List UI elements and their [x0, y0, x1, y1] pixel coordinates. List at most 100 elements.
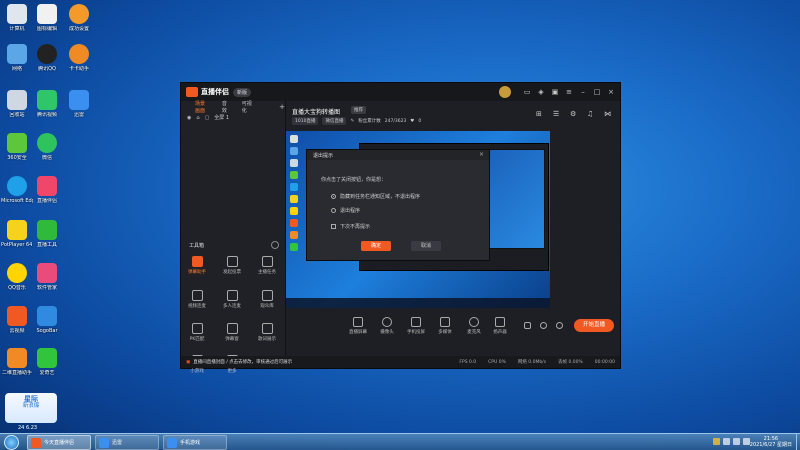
tray-app-icon[interactable]	[713, 438, 720, 445]
microphone-icon	[469, 317, 479, 327]
desktop-icon-network[interactable]: 网络	[1, 44, 33, 72]
tray-expand-icon[interactable]	[723, 438, 730, 445]
bell-icon[interactable]: ♫	[587, 110, 595, 118]
close-icon[interactable]: ×	[607, 88, 615, 96]
preview-eye-icon[interactable]	[540, 322, 547, 329]
desktop-icon-recycle-bin[interactable]: 回收站	[1, 90, 33, 118]
title-bar[interactable]: 直播伴侣 新版 ▭ ◈ ▣ ≡ – □ ×	[181, 83, 620, 101]
clock[interactable]: 21:56 2021/6/27 星期日	[750, 436, 792, 448]
preview-taskbar	[286, 298, 550, 308]
source-microphone[interactable]: 麦克风	[462, 317, 486, 335]
checkbox[interactable]	[331, 224, 336, 229]
speaker-icon	[495, 317, 505, 327]
tool-danmu-window[interactable]: 弹幕窗	[219, 323, 245, 342]
desktop-icon-360[interactable]: 360安全	[1, 133, 33, 161]
menu-icon[interactable]: ≡	[565, 88, 573, 96]
start-button[interactable]	[4, 435, 19, 450]
tool-multi-link[interactable]: 多人连麦	[219, 290, 245, 309]
main-area: 直播大宝狗转播图 推荐 1010直播 微信直播 ✎ 粉丝累计数 247/3623…	[286, 101, 620, 356]
desktop-icon-qqmusic[interactable]: QQ音乐	[1, 263, 33, 291]
version-badge[interactable]: 新版	[233, 87, 252, 97]
desktop-icon-tencent-video[interactable]: 腾讯视频	[31, 90, 63, 118]
live-preview[interactable]: 退出提示 × 你点击了关闭按钮，你是想： 隐藏到任务栏通知区域，不退出程序 退出…	[286, 131, 550, 308]
status-warning[interactable]: 直播间直播封面 / 点击去修改，审核通过后可展示	[193, 359, 292, 365]
tab-visual[interactable]: 可视化	[242, 100, 252, 114]
potplayer-icon	[7, 220, 27, 240]
dialog-close-icon[interactable]: ×	[479, 151, 484, 158]
desktop-icon-iqiyi[interactable]: 爱奇艺	[31, 348, 63, 376]
minimize-icon[interactable]: –	[579, 88, 587, 96]
task-phone-game[interactable]: 手机游戏	[163, 435, 227, 450]
option-hide-to-tray[interactable]: 隐藏到任务栏通知区域，不退出程序	[331, 193, 420, 200]
dont-show-again-checkbox[interactable]: 下次不再提示	[331, 223, 370, 230]
room-tag[interactable]: 1010直播	[292, 117, 319, 125]
pk-icon	[191, 323, 203, 334]
desktop-icon-live-tool[interactable]: 直播工具	[31, 220, 63, 248]
desktop-icon-live-helper[interactable]: 二维直播助手	[1, 348, 33, 376]
message-icon[interactable]: ▭	[523, 88, 531, 96]
tool-audience[interactable]: 观众库	[254, 290, 280, 309]
desktop-icon-editor[interactable]: 图标编辑	[31, 4, 63, 32]
share-icon[interactable]: ⋈	[604, 110, 612, 118]
desktop-icon-xunlei[interactable]: 迅雷	[63, 90, 95, 118]
settings-gear-icon[interactable]	[556, 322, 563, 329]
iqiyi-icon	[37, 348, 57, 368]
room-tag[interactable]: 微信直播	[322, 117, 347, 125]
desktop-icon-video[interactable]: 云视频	[1, 306, 33, 334]
task-live-companion[interactable]: 今天直播伴侣	[27, 435, 91, 450]
live-tool-icon	[37, 220, 57, 240]
edit-icon[interactable]: ✎	[350, 119, 354, 124]
source-phone[interactable]: 手机投屏	[404, 317, 428, 335]
desktop-widget[interactable]: 星际 新浪爆	[5, 393, 57, 423]
radio-unselected[interactable]	[331, 208, 336, 213]
cancel-button[interactable]: 取消	[411, 241, 441, 251]
source-screen[interactable]: 直播屏幕	[346, 317, 370, 335]
gift-box-icon[interactable]: ⊞	[536, 110, 544, 118]
desktop-icon-sogobar[interactable]: SogoBar	[31, 306, 63, 334]
scene-item[interactable]: ◉ ⌂ ▢ 全屏 1	[181, 112, 285, 123]
desktop-icon-software[interactable]: 软件管家	[31, 263, 63, 291]
tool-pk[interactable]: PK匹配	[184, 323, 210, 342]
source-media[interactable]: 多媒体	[433, 317, 457, 335]
desktop-icon-settings[interactable]: 成功设置	[63, 4, 95, 32]
list-icon[interactable]: ☰	[553, 110, 561, 118]
network-tray-icon[interactable]	[733, 438, 740, 445]
confirm-button[interactable]: 确定	[361, 241, 391, 251]
desktop-icon-live-companion[interactable]: 直播伴侣	[31, 176, 63, 204]
desktop-icon-edge[interactable]: Microsoft Edge	[1, 176, 33, 204]
gift-icon[interactable]: ◈	[537, 88, 545, 96]
source-speaker[interactable]: 扬声器	[488, 317, 512, 335]
preview-desktop-icons	[290, 135, 300, 255]
maximize-icon[interactable]: □	[593, 88, 601, 96]
toolbox-title: 工具箱	[189, 243, 205, 249]
eye-icon[interactable]: ◉	[187, 115, 191, 121]
tool-task[interactable]: 主播任务	[254, 256, 280, 275]
add-icon[interactable]: +	[279, 103, 285, 111]
source-camera[interactable]: 摄像头	[375, 317, 399, 335]
radio-selected[interactable]	[331, 194, 336, 199]
desktop-icon-wechat[interactable]: 微信	[31, 133, 63, 161]
show-desktop-button[interactable]	[796, 434, 800, 450]
room-badge[interactable]: 推荐	[351, 106, 366, 114]
tab-scene[interactable]: 场景画面	[195, 100, 209, 114]
avatar[interactable]	[499, 86, 511, 98]
tool-lyrics[interactable]: 歌词展示	[254, 323, 280, 342]
desktop-icon-kaka[interactable]: 卡卡助手	[63, 44, 95, 72]
tool-danmu[interactable]: 弹幕助手	[184, 256, 210, 275]
dialog-title: 退出提示	[307, 150, 489, 160]
option-exit[interactable]: 退出程序	[331, 207, 360, 214]
tool-vote[interactable]: 发起投票	[219, 256, 245, 275]
tab-audio[interactable]: 音效	[222, 100, 229, 114]
lock-icon[interactable]: ⌂	[196, 115, 199, 121]
collapse-icon[interactable]	[271, 241, 279, 249]
desktop-icon-computer[interactable]: 计算机	[1, 4, 33, 32]
start-live-button[interactable]: 开始直播	[574, 319, 614, 332]
desktop-icon-qq[interactable]: 腾讯QQ	[31, 44, 63, 72]
settings-icon[interactable]: ⚙	[570, 110, 578, 118]
tool-video-link[interactable]: 视频连麦	[184, 290, 210, 309]
desktop-icon-potplayer[interactable]: PotPlayer 64 bit	[1, 220, 33, 248]
window-icon[interactable]: ▣	[551, 88, 559, 96]
task-xunlei[interactable]: 迅雷	[95, 435, 159, 450]
record-icon[interactable]	[524, 322, 531, 329]
kaka-icon	[69, 44, 89, 64]
